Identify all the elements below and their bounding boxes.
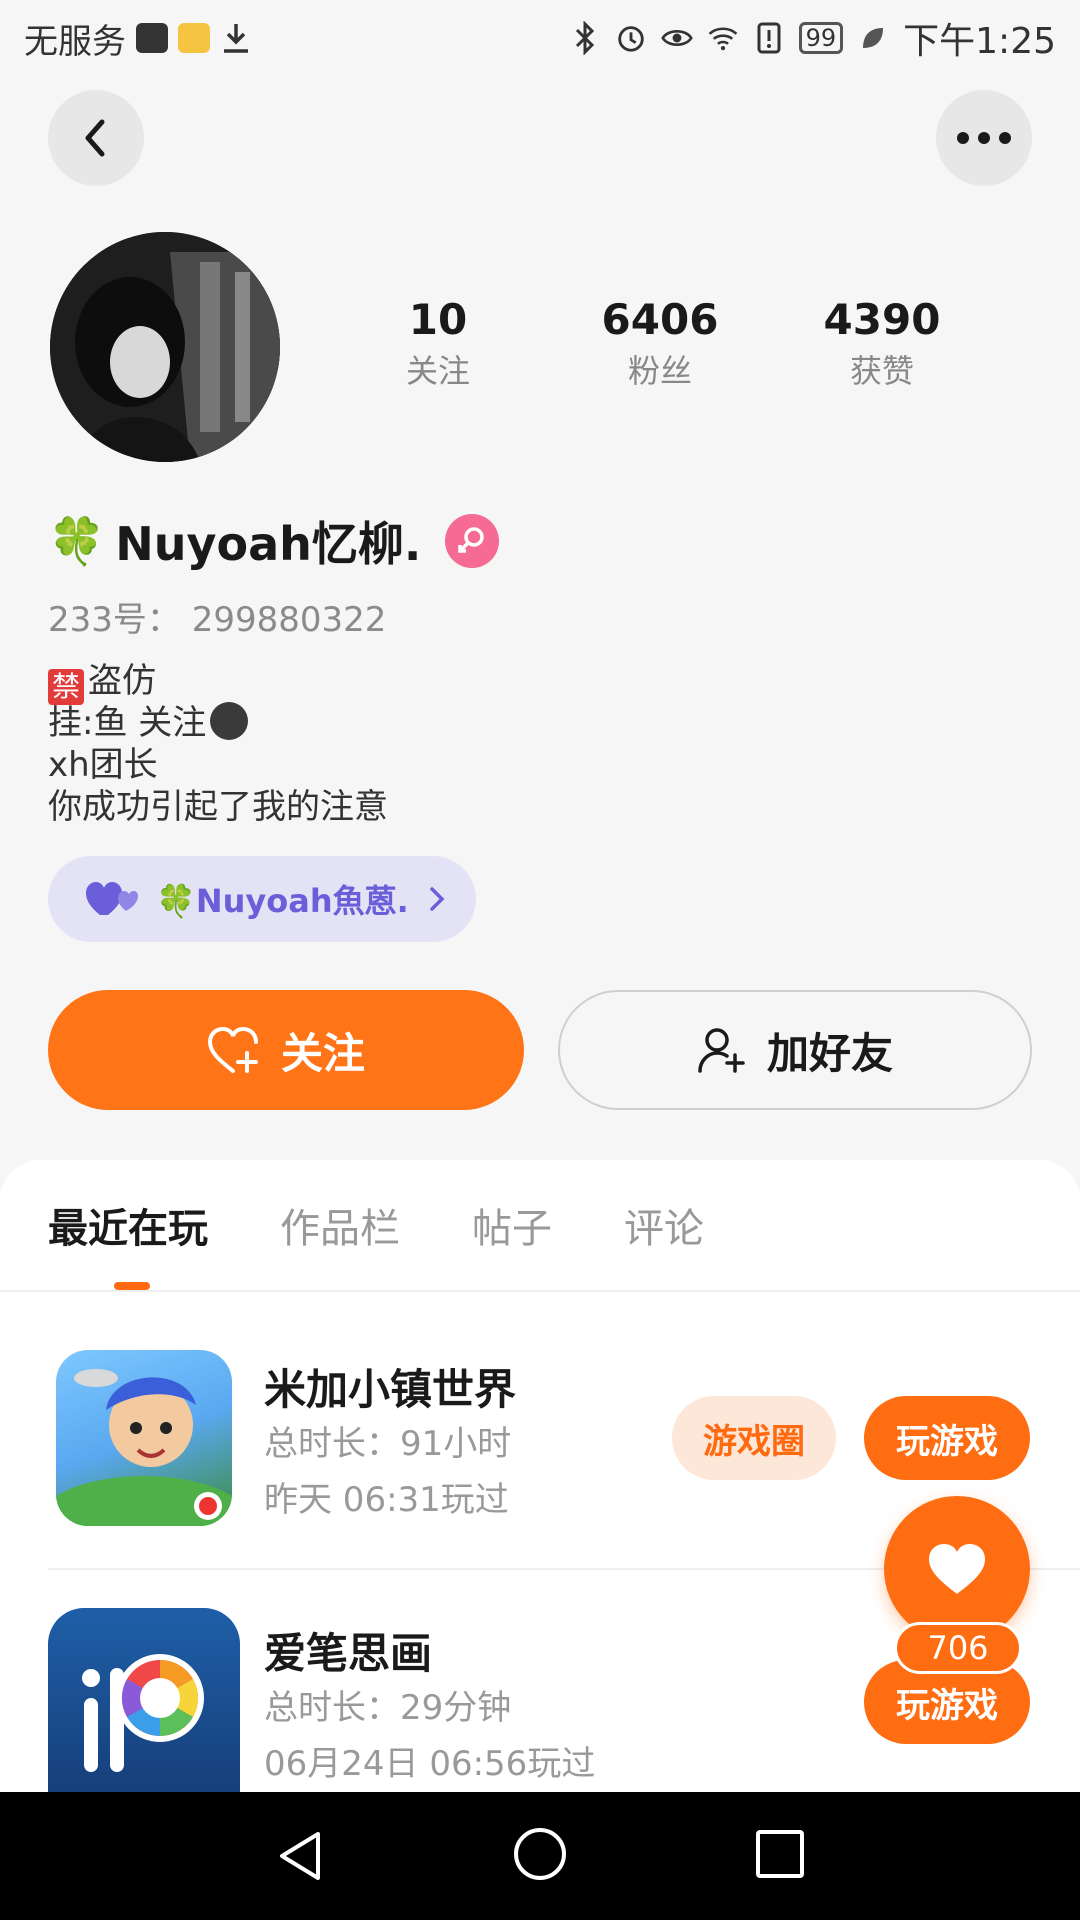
bio-line-4: 你成功引起了我的注意	[48, 787, 388, 827]
system-nav-bar	[0, 1792, 1080, 1920]
back-arrow-icon	[85, 119, 105, 157]
add-friend-button[interactable]: 加好友	[558, 990, 1032, 1110]
following-count: 10	[408, 295, 468, 344]
tab-posts[interactable]: 帖子	[472, 1196, 552, 1256]
eye-icon	[660, 22, 693, 54]
heart-icon	[929, 1544, 985, 1594]
tabs-divider	[0, 1290, 1080, 1292]
floating-like-button[interactable]	[884, 1496, 1030, 1642]
app-notification-icon	[136, 23, 168, 53]
stat-fans[interactable]: 6406 粉丝	[560, 292, 760, 394]
avatar[interactable]	[50, 232, 280, 462]
alarm-icon	[615, 22, 647, 54]
likes-label: 获赞	[849, 352, 914, 390]
tab-recently-played[interactable]: 最近在玩	[48, 1196, 208, 1256]
nav-recents-icon[interactable]	[752, 1826, 808, 1882]
fans-label: 粉丝	[627, 352, 692, 390]
game-last-played: 06月24日 06:56玩过	[264, 1744, 596, 1784]
cp-link-pill[interactable]: 🍀Nuyoah魚蒽.	[48, 856, 476, 942]
status-right: 99 下午1:25	[569, 14, 1056, 62]
heart-plus-icon	[207, 1026, 258, 1073]
stat-likes[interactable]: 4390 获赞	[782, 292, 982, 394]
clover-emoji: 🍀	[48, 513, 106, 568]
back-button[interactable]	[48, 90, 144, 186]
status-left: 无服务	[24, 14, 252, 62]
female-gender-icon	[445, 514, 500, 568]
game-title: 米加小镇世界	[264, 1365, 517, 1414]
leaf-icon	[857, 22, 889, 54]
user-id: 233号： 299880322	[48, 600, 387, 640]
more-dots-icon	[957, 132, 1011, 144]
bio-line-3: xh团长	[48, 745, 158, 785]
tab-comments[interactable]: 评论	[624, 1196, 704, 1256]
double-heart-icon	[86, 882, 138, 915]
game-circle-button[interactable]: 游戏圈	[672, 1396, 836, 1480]
add-person-icon	[698, 1028, 745, 1073]
smiley-face-icon	[210, 702, 249, 740]
ban-badge: 禁	[48, 669, 84, 705]
active-tab-indicator	[114, 1282, 150, 1290]
tab-works[interactable]: 作品栏	[280, 1196, 400, 1256]
stat-following[interactable]: 10 关注	[338, 292, 538, 394]
game-duration: 总时长：91小时	[264, 1424, 512, 1464]
profile-name: 🍀 Nuyoah忆柳.	[48, 508, 500, 574]
bio-line-1: 禁盗仿	[48, 660, 388, 705]
game-icon-miga[interactable]	[56, 1350, 232, 1526]
wifi-icon	[707, 22, 739, 54]
nav-back-icon[interactable]	[272, 1828, 328, 1884]
game-duration: 总时长：29分钟	[264, 1688, 512, 1728]
fans-count: 6406	[601, 295, 719, 344]
cp-name: 🍀Nuyoah魚蒽.	[156, 882, 409, 920]
likes-count: 4390	[823, 295, 941, 344]
game-icon-ibis[interactable]	[48, 1608, 240, 1792]
bio: 禁盗仿 挂:鱼 关注 xh团长 你成功引起了我的注意	[48, 660, 388, 828]
username: Nuyoah忆柳.	[115, 517, 422, 571]
bluetooth-icon	[569, 21, 601, 55]
battery-indicator: 99	[798, 22, 844, 54]
clock-text: 下午1:25	[903, 21, 1056, 62]
more-button[interactable]	[936, 90, 1032, 186]
bio-line-2: 挂:鱼 关注	[48, 702, 388, 744]
download-icon	[220, 22, 252, 54]
play-game-button[interactable]: 玩游戏	[864, 1396, 1030, 1480]
status-bar: 无服务 99 下午1:25	[0, 0, 1080, 76]
following-label: 关注	[405, 352, 470, 390]
game-last-played: 昨天 06:31玩过	[264, 1480, 509, 1520]
chevron-right-icon	[430, 887, 445, 911]
add-friend-label: 加好友	[766, 1028, 893, 1078]
tab-bar: 最近在玩 作品栏 帖子 评论	[48, 1196, 704, 1256]
avatar-image	[50, 232, 280, 462]
notes-notification-icon	[178, 23, 210, 53]
follow-label: 关注	[280, 1028, 365, 1078]
follow-button[interactable]: 关注	[48, 990, 524, 1110]
nav-home-icon[interactable]	[512, 1826, 568, 1882]
game-title: 爱笔思画	[264, 1629, 433, 1678]
carrier-text: 无服务	[24, 21, 126, 62]
like-count-badge: 706	[894, 1622, 1022, 1674]
sim-alert-icon	[753, 22, 785, 54]
